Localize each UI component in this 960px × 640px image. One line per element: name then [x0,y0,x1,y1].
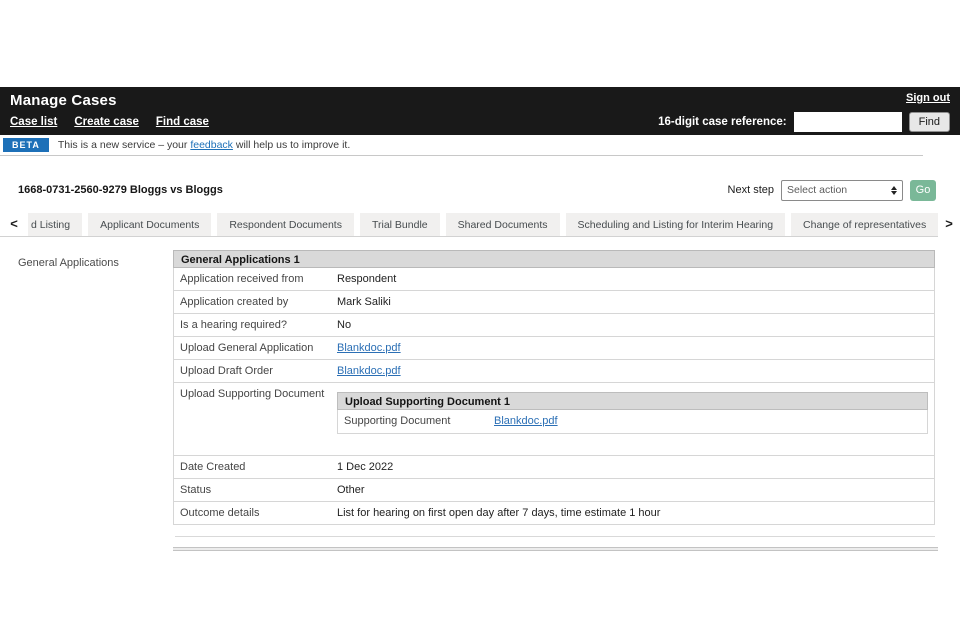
table-header: Upload Supporting Document 1 [337,392,928,410]
chevron-right-icon[interactable]: > [938,216,960,233]
select-arrows-icon [891,186,897,195]
table-row: Application received fromRespondent [173,268,935,291]
tab-shared-documents[interactable]: Shared Documents [446,213,560,237]
table-row: Outcome detailsList for hearing on first… [173,502,935,525]
field-value: Blankdoc.pdf [488,410,927,433]
nav-find-case[interactable]: Find case [156,116,209,128]
table-row: Upload General Application Blankdoc.pdf [173,337,935,360]
field-label: Outcome details [174,502,331,524]
field-label: Supporting Document [338,410,488,433]
tab-list: d ListingApplicant DocumentsRespondent D… [28,210,938,237]
beta-divider [0,155,923,156]
table-row: Supporting Document Blankdoc.pdf [337,410,928,434]
case-reference-label: 16-digit case reference: [658,116,786,128]
app-title: Manage Cases [10,92,117,109]
field-value: Other [331,479,934,501]
beta-text: This is a new service – your feedback wi… [58,139,350,151]
sign-out-link[interactable]: Sign out [906,92,950,104]
field-value: Respondent [331,268,934,290]
tab-strip: < d ListingApplicant DocumentsRespondent… [0,212,960,237]
field-value: List for hearing on first open day after… [331,502,934,524]
tab-trial-bundle[interactable]: Trial Bundle [360,213,440,237]
field-label: Application received from [174,268,331,290]
case-title: 1668-0731-2560-9279 Bloggs vs Bloggs [18,184,223,196]
nested-table: Upload Supporting Document 1Supporting D… [337,392,928,434]
field-value: 1 Dec 2022 [331,456,934,478]
nav-case-list[interactable]: Case list [10,116,57,128]
tab-change-of-representatives[interactable]: Change of representatives [791,213,938,237]
field-value: No [331,314,934,336]
document-link[interactable]: Blankdoc.pdf [337,365,401,377]
tab-applicant-documents[interactable]: Applicant Documents [88,213,211,237]
top-whitespace [0,0,960,87]
case-detail-table: General Applications 1Application receiv… [173,250,935,525]
bottom-divider [175,536,935,537]
beta-badge: BETA [3,138,49,152]
table-row: Upload Supporting DocumentUpload Support… [173,383,935,456]
table-row: Is a hearing required?No [173,314,935,337]
tab-content: General Applications General Application… [0,250,960,551]
tab-d-listing[interactable]: d Listing [28,213,82,237]
table-row: Application created byMark Saliki [173,291,935,314]
feedback-link[interactable]: feedback [190,139,233,151]
chevron-left-icon[interactable]: < [0,216,28,233]
field-label: Upload Supporting Document [174,383,331,455]
field-value: Blankdoc.pdf [331,337,934,359]
nav-create-case[interactable]: Create case [74,116,139,128]
header-nav: Case list Create case Find case [10,116,209,128]
find-button[interactable]: Find [909,112,950,132]
document-link[interactable]: Blankdoc.pdf [337,342,401,354]
go-button[interactable]: Go [910,180,936,201]
table-row: Date Created1 Dec 2022 [173,456,935,479]
beta-banner: BETA This is a new service – your feedba… [0,135,960,155]
field-label: Status [174,479,331,501]
table-header: General Applications 1 [173,250,935,268]
tab-scheduling-and-listing-for-interim-hearing[interactable]: Scheduling and Listing for Interim Heari… [566,213,786,237]
field-value: Blankdoc.pdf [331,360,934,382]
field-label: Upload Draft Order [174,360,331,382]
field-value: Mark Saliki [331,291,934,313]
sidebar-item-general-applications[interactable]: General Applications [18,257,119,269]
field-label: Upload General Application [174,337,331,359]
field-label: Date Created [174,456,331,478]
table-row: Upload Draft Order Blankdoc.pdf [173,360,935,383]
horizontal-scrollbar[interactable] [173,547,938,551]
tab-respondent-documents[interactable]: Respondent Documents [217,213,354,237]
case-reference-input[interactable] [794,112,902,132]
field-label: Application created by [174,291,331,313]
field-value: Upload Supporting Document 1Supporting D… [331,383,934,455]
field-label: Is a hearing required? [174,314,331,336]
next-step-select[interactable]: Select action [781,180,903,201]
app-header: Manage Cases Sign out Case list Create c… [0,87,960,135]
document-link[interactable]: Blankdoc.pdf [494,415,558,427]
table-row: StatusOther [173,479,935,502]
next-step-label: Next step [728,184,774,196]
